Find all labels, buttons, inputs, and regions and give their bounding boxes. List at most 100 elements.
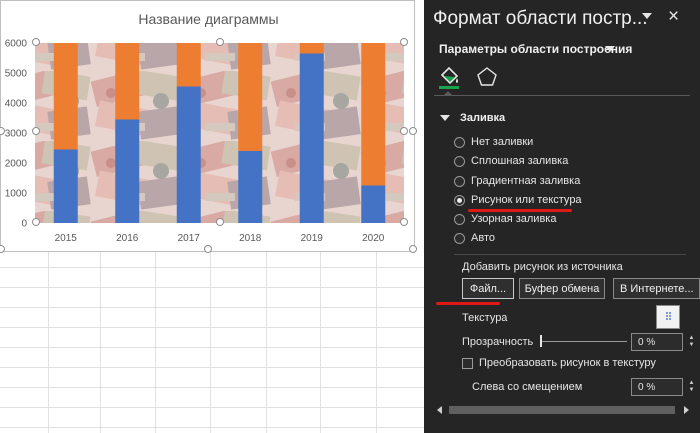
bar-series2-2016[interactable] — [115, 43, 140, 120]
file-button[interactable]: Файл... — [462, 278, 514, 299]
radio-gradient-fill[interactable]: Градиентная заливка — [454, 175, 580, 187]
grid-line — [0, 387, 424, 388]
tile-as-texture-checkbox-row[interactable]: Преобразовать рисунок в текстуру — [462, 357, 656, 369]
bar-series1-2017[interactable] — [176, 86, 201, 224]
radio-button[interactable] — [454, 232, 465, 244]
grid-line — [0, 407, 424, 408]
scrollbar-thumb[interactable] — [449, 406, 675, 414]
texture-label: Текстура — [462, 312, 508, 324]
bar-series1-2015[interactable] — [53, 149, 78, 224]
chart-frame-handle[interactable] — [204, 245, 212, 253]
x-axis: 2015 2016 2017 2018 2019 2020 — [55, 233, 385, 244]
y-tick-label: 4000 — [5, 99, 28, 110]
transparency-input[interactable]: 0 % — [631, 333, 683, 351]
radio-no-fill[interactable]: Нет заливки — [454, 136, 533, 148]
fill-section-toggle[interactable]: Заливка — [440, 112, 505, 124]
radio-auto-fill[interactable]: Авто — [454, 232, 495, 244]
resize-handle[interactable] — [400, 127, 408, 135]
x-tick-label: 2015 — [55, 233, 78, 244]
grid-line — [0, 287, 424, 288]
online-button[interactable]: В Интернете... — [613, 278, 700, 299]
radio-solid-fill[interactable]: Сплошная заливка — [454, 155, 568, 167]
bar-series1-2019[interactable] — [299, 53, 324, 224]
close-icon[interactable]: × — [668, 6, 679, 28]
resize-handle[interactable] — [32, 218, 40, 226]
bar-series1-2016[interactable] — [115, 119, 140, 224]
resize-handle[interactable] — [400, 38, 408, 46]
radio-button[interactable] — [454, 175, 465, 187]
active-tab-indicator — [443, 91, 453, 96]
radio-button[interactable] — [454, 213, 465, 225]
radio-button[interactable] — [454, 155, 465, 167]
pane-title: Формат области постр... — [433, 8, 648, 29]
plot-area-picture-fill[interactable] — [35, 43, 404, 223]
chevron-down-icon — [440, 115, 450, 121]
radio-button-checked[interactable] — [454, 194, 465, 206]
grid-line — [0, 267, 424, 268]
radio-label: Узорная заливка — [471, 213, 557, 225]
insert-picture-from-label: Добавить рисунок из источника — [462, 261, 623, 273]
texture-swatch-icon — [666, 312, 671, 320]
transparency-slider-thumb[interactable] — [540, 335, 542, 347]
offset-left-input[interactable]: 0 % — [631, 378, 683, 396]
grid-line — [0, 367, 424, 368]
clipboard-button[interactable]: Буфер обмена — [519, 278, 605, 299]
chart-area[interactable]: Название диаграммы 0 1000 2000 3000 4000 5000… — [0, 0, 417, 253]
grid-line — [0, 347, 424, 348]
radio-button[interactable] — [454, 136, 465, 148]
divider — [454, 254, 686, 255]
plot-area-options-menu[interactable]: Параметры области построения — [439, 42, 632, 56]
x-tick-label: 2017 — [178, 233, 201, 244]
bar-series1-2018[interactable] — [238, 151, 263, 223]
y-tick-label: 0 — [21, 219, 27, 230]
spin-buttons[interactable]: ▲ ▼ — [687, 378, 696, 396]
bar-series2-2019[interactable] — [299, 43, 324, 54]
bar-series2-2017[interactable] — [176, 43, 201, 87]
radio-picture-or-texture-fill[interactable]: Рисунок или текстура — [454, 194, 582, 206]
horizontal-scrollbar[interactable] — [434, 402, 692, 418]
bar-series2-2020[interactable] — [361, 43, 386, 186]
tab-separator — [434, 95, 690, 96]
chart-frame-handle[interactable] — [409, 245, 417, 253]
bar-series1-2020[interactable] — [361, 185, 386, 224]
scroll-right-icon[interactable] — [684, 406, 689, 414]
chart-frame-handle[interactable] — [409, 127, 417, 135]
bar-series2-2018[interactable] — [238, 43, 263, 151]
bar-series2-2015[interactable] — [53, 43, 78, 150]
scroll-left-icon[interactable] — [437, 406, 442, 414]
spreadsheet-grid[interactable]: Название диаграммы 0 1000 2000 3000 4000 5000… — [0, 0, 424, 433]
radio-label: Рисунок или текстура — [471, 194, 582, 206]
offset-left-label: Слева со смещением — [472, 381, 583, 393]
tile-as-texture-checkbox[interactable] — [462, 357, 473, 369]
y-axis: 0 1000 2000 3000 4000 5000 6000 — [5, 39, 28, 230]
pane-options-dropdown-icon[interactable] — [642, 13, 652, 19]
radio-label: Авто — [471, 232, 495, 244]
x-tick-label: 2019 — [301, 233, 324, 244]
format-plot-area-pane: Формат области постр... × Параметры обла… — [424, 0, 700, 433]
x-tick-label: 2018 — [239, 233, 262, 244]
pentagon-icon[interactable] — [474, 64, 500, 90]
transparency-slider-track[interactable] — [542, 341, 627, 342]
y-tick-label: 1000 — [5, 189, 28, 200]
resize-handle[interactable] — [216, 38, 224, 46]
radio-label: Сплошная заливка — [471, 155, 569, 167]
y-tick-label: 3000 — [5, 129, 28, 140]
grid-line — [0, 327, 424, 328]
radio-pattern-fill[interactable]: Узорная заливка — [454, 213, 556, 225]
tile-as-texture-label: Преобразовать рисунок в текстуру — [479, 357, 656, 369]
highlight-underline — [468, 209, 572, 212]
spin-buttons[interactable]: ▲ ▼ — [687, 333, 696, 351]
x-tick-label: 2020 — [362, 233, 385, 244]
resize-handle[interactable] — [32, 38, 40, 46]
grid-line — [0, 307, 424, 308]
stacked-column-chart[interactable]: 0100020003000400050006000 2015 2016 2017 20… — [1, 1, 416, 253]
resize-handle[interactable] — [400, 218, 408, 226]
fill-section-label: Заливка — [460, 112, 506, 124]
resize-handle[interactable] — [32, 127, 40, 135]
texture-picker-button[interactable] — [656, 305, 680, 329]
x-tick-label: 2016 — [116, 233, 139, 244]
resize-handle[interactable] — [216, 218, 224, 226]
chevron-down-icon[interactable] — [605, 46, 615, 52]
y-tick-label: 2000 — [5, 159, 28, 170]
paint-bucket-icon[interactable] — [436, 64, 462, 90]
